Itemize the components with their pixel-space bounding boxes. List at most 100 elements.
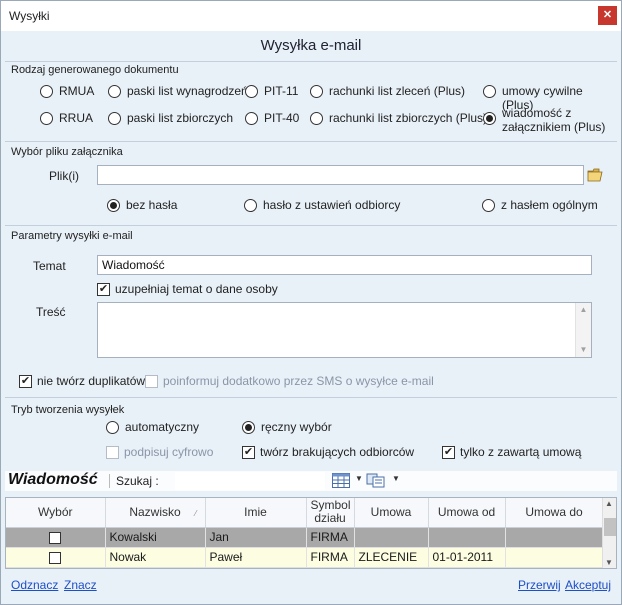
row-checkbox[interactable] (49, 551, 62, 564)
column-header-nazwisko[interactable]: Nazwisko ⁄ (105, 498, 206, 528)
scroll-down-icon[interactable]: ▼ (576, 343, 591, 357)
close-icon: ✕ (602, 9, 613, 21)
creation-mode-group: Tryb tworzenia wysyłek automatyczny ręcz… (5, 397, 617, 467)
radio-label: rachunki list zleceń (Plus) (329, 84, 466, 98)
cell-symbol: FIRMA (306, 547, 355, 568)
search-input[interactable] (175, 472, 325, 490)
table-row[interactable]: Nowak Paweł FIRMA ZLECENIE 01-01-2011 (6, 547, 604, 568)
creation-mode-group-label: Tryb tworzenia wysyłek (11, 404, 125, 416)
checkbox-box: ✔ (242, 445, 255, 459)
grid-scrollbar[interactable]: ▲ ▼ (602, 498, 616, 568)
search-label: Szukaj : (116, 474, 159, 488)
checkbox-label: uzupełniaj temat o dane osoby (115, 282, 278, 296)
table-row[interactable]: Kowalski Jan FIRMA (6, 527, 604, 548)
radio-circle (482, 199, 495, 212)
column-header-wybor[interactable]: Wybór (6, 498, 106, 528)
checkbox-label: podpisuj cyfrowo (124, 445, 214, 459)
radio-circle (483, 85, 496, 98)
radio-circle (40, 85, 53, 98)
radio-pit-40[interactable]: PIT-40 (245, 111, 299, 125)
radio-label: PIT-40 (264, 111, 300, 125)
scroll-down-icon[interactable]: ▼ (605, 558, 613, 567)
scrollbar-thumb[interactable] (604, 518, 616, 536)
radio-bez-hasla[interactable]: bez hasła (107, 198, 177, 212)
scroll-up-icon[interactable]: ▲ (605, 499, 613, 508)
deselect-link[interactable]: Odznacz (11, 578, 58, 592)
column-header-umowa-od[interactable]: Umowa od (428, 498, 506, 528)
radio-label: ręczny wybór (261, 420, 332, 434)
radio-paski-list-zbiorczych[interactable]: paski list zbiorczych (108, 111, 233, 125)
body-scrollbar[interactable]: ▲ ▼ (575, 303, 591, 357)
radio-label: hasło z ustawień odbiorcy (263, 198, 401, 212)
email-params-group: Parametry wysyłki e-mail Temat ✔ uzupełni… (5, 225, 617, 395)
grid-view-icon[interactable] (332, 473, 350, 491)
fill-subject-checkbox[interactable]: ✔ uzupełniaj temat o dane osoby (97, 282, 278, 296)
radio-haslo-z-ustawien[interactable]: hasło z ustawień odbiorcy (244, 198, 400, 212)
checkbox-label: nie twórz duplikatów (37, 374, 146, 388)
radio-z-haslem-ogolnym[interactable]: z hasłem ogólnym (482, 198, 598, 212)
radio-rmua[interactable]: RMUA (40, 84, 94, 98)
abort-link[interactable]: Przerwij (518, 578, 561, 592)
cell-umowa: ZLECENIE (354, 547, 429, 568)
radio-wiadomosc-z-zalacznikiem[interactable]: wiadomość z załącznikiem (Plus) (483, 106, 608, 134)
page-title: Wysyłka e-mail (260, 37, 362, 54)
radio-reczny-wybor[interactable]: ręczny wybór (242, 420, 332, 434)
checkbox-label: poinformuj dodatkowo przez SMS o wysyłce… (163, 374, 434, 388)
checkbox-box: ✔ (19, 374, 32, 388)
radio-rachunki-list-zbiorczych[interactable]: rachunki list zbiorczych (Plus) (310, 111, 487, 125)
row-checkbox[interactable] (49, 531, 62, 544)
sign-digitally-checkbox[interactable]: podpisuj cyfrowo (106, 445, 213, 459)
radio-circle (108, 85, 121, 98)
subject-label: Temat (33, 259, 66, 273)
cell-imie: Jan (205, 527, 307, 548)
radio-rrua[interactable]: RRUA (40, 111, 93, 125)
column-header-umowa[interactable]: Umowa (354, 498, 429, 528)
checkbox-box: ✔ (442, 445, 455, 459)
chevron-down-icon[interactable]: ▼ (355, 474, 363, 483)
accept-link[interactable]: Akceptuj (565, 578, 611, 592)
folder-open-icon[interactable] (587, 167, 605, 183)
cell-nazwisko: Kowalski (105, 527, 206, 548)
radio-rachunki-list-zlecen[interactable]: rachunki list zleceń (Plus) (310, 84, 465, 98)
close-button[interactable]: ✕ (598, 6, 617, 25)
scroll-up-icon[interactable]: ▲ (576, 303, 591, 317)
radio-circle (108, 112, 121, 125)
radio-circle (310, 112, 323, 125)
cell-umowa-od (428, 527, 506, 548)
body-textarea[interactable]: ▲ ▼ (97, 302, 592, 358)
radio-circle (310, 85, 323, 98)
select-link[interactable]: Znacz (64, 578, 97, 592)
cell-umowa (354, 527, 429, 548)
file-input[interactable] (97, 165, 584, 185)
radio-circle (244, 199, 257, 212)
recipients-grid: Wybór Nazwisko ⁄ Imie Symbol działu Umowa… (5, 497, 617, 569)
radio-automatyczny[interactable]: automatyczny (106, 420, 199, 434)
radio-pit-11[interactable]: PIT-11 (245, 84, 298, 98)
table-header-row: Wybór Nazwisko ⁄ Imie Symbol działu Umowa… (6, 498, 604, 528)
row-select-cell[interactable] (6, 527, 106, 548)
column-header-label: Nazwisko (129, 504, 181, 519)
create-missing-checkbox[interactable]: ✔ twórz brakujących odbiorców (242, 445, 414, 459)
file-label: Plik(i) (49, 169, 79, 183)
radio-label: bez hasła (126, 198, 178, 212)
checkbox-label: twórz brakujących odbiorców (260, 445, 415, 459)
row-select-cell[interactable] (6, 547, 106, 568)
copy-icon[interactable] (366, 473, 386, 491)
title-bar: Wysyłki ✕ (1, 1, 621, 31)
radio-circle (245, 85, 258, 98)
sms-notify-checkbox[interactable]: poinformuj dodatkowo przez SMS o wysyłce… (145, 374, 434, 388)
column-header-symbol[interactable]: Symbol działu (306, 498, 355, 528)
email-params-group-label: Parametry wysyłki e-mail (11, 230, 133, 242)
radio-label: wiadomość z załącznikiem (Plus) (502, 106, 606, 134)
chevron-down-icon[interactable]: ▼ (392, 474, 400, 483)
no-duplicates-checkbox[interactable]: ✔ nie twórz duplikatów (19, 374, 145, 388)
column-header-imie[interactable]: Imie (205, 498, 307, 528)
subject-input[interactable] (97, 255, 592, 275)
recipients-table: Wybór Nazwisko ⁄ Imie Symbol działu Umowa… (6, 498, 604, 568)
radio-circle (107, 199, 120, 212)
column-header-umowa-do[interactable]: Umowa do (505, 498, 604, 528)
radio-paski-list-wynagrodzen[interactable]: paski list wynagrodzeń (108, 84, 248, 98)
radio-label: paski list wynagrodzeń (127, 84, 248, 98)
only-with-contract-checkbox[interactable]: ✔ tylko z zawartą umową (442, 445, 581, 459)
cell-umowa-do (505, 527, 604, 548)
